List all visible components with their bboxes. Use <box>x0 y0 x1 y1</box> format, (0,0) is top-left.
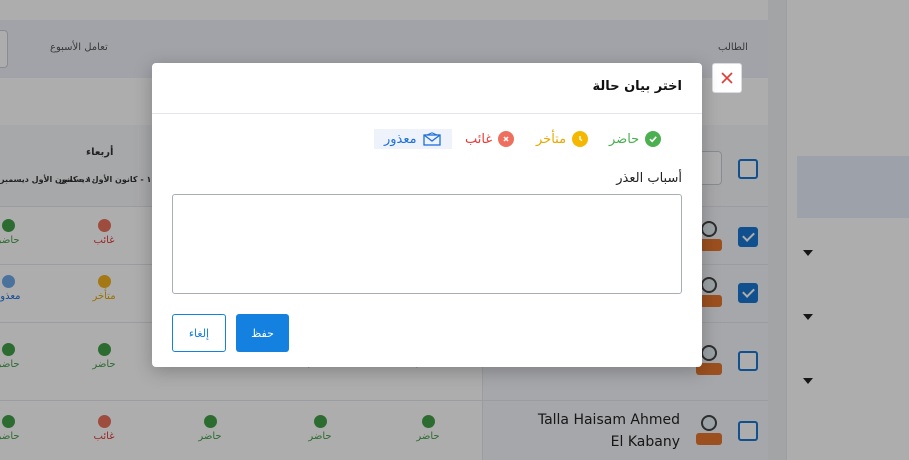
status-dialog: اختر بيان حالة حاضر متأخر غائب معذور أسب… <box>152 63 702 367</box>
status-label: حاضر <box>609 131 640 147</box>
close-button[interactable] <box>712 63 742 93</box>
envelope-icon <box>422 132 441 146</box>
reasons-label: أسباب العذر <box>616 171 682 186</box>
status-option-excused[interactable]: معذور <box>384 129 441 149</box>
clock-icon <box>572 131 589 147</box>
check-circle-icon <box>645 131 662 147</box>
dialog-header: اختر بيان حالة <box>152 63 702 114</box>
close-icon <box>721 72 733 84</box>
cancel-button[interactable]: إلغاء <box>172 314 226 352</box>
save-button[interactable]: حفظ <box>236 314 289 352</box>
x-circle-icon <box>498 131 515 147</box>
status-label: معذور <box>384 131 417 147</box>
status-option-late[interactable]: متأخر <box>536 129 589 149</box>
status-label: متأخر <box>536 131 567 147</box>
dialog-title: اختر بيان حالة <box>592 79 682 94</box>
status-label: غائب <box>465 131 493 147</box>
status-option-absent[interactable]: غائب <box>465 129 515 149</box>
reasons-textarea[interactable] <box>172 194 682 294</box>
status-option-present[interactable]: حاضر <box>609 129 662 149</box>
